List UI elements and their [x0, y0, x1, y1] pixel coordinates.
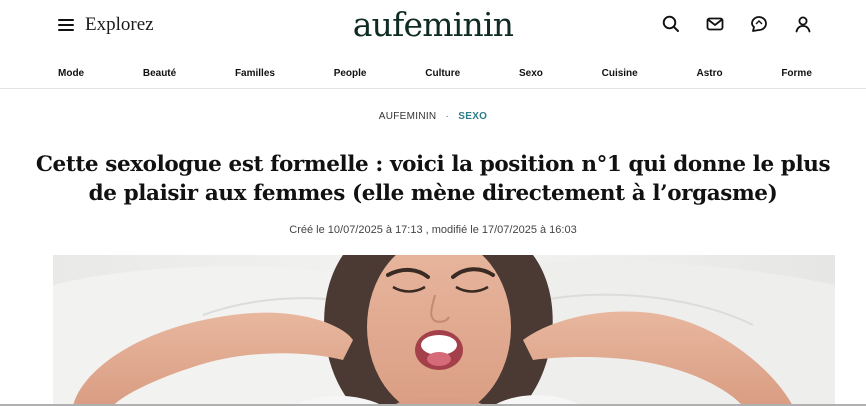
mail-icon[interactable]: [704, 13, 726, 35]
nav-divider: [0, 88, 866, 89]
search-icon[interactable]: [660, 13, 682, 35]
breadcrumb: AUFEMININ · SEXO: [0, 111, 866, 122]
nav-item-beaute[interactable]: Beauté: [143, 62, 176, 88]
article-dates: Créé le 10/07/2025 à 17:13 , modifié le …: [289, 224, 577, 236]
nav-item-cuisine[interactable]: Cuisine: [602, 62, 638, 88]
hero-illustration: [53, 255, 835, 406]
explore-label: Explorez: [85, 14, 154, 35]
breadcrumb-home[interactable]: AUFEMININ: [379, 111, 437, 122]
site-header: Explorez aufeminin: [0, 0, 866, 50]
hamburger-icon: [58, 19, 74, 31]
nav-item-familles[interactable]: Familles: [235, 62, 275, 88]
nav-item-sexo[interactable]: Sexo: [519, 62, 543, 88]
hero-image: [53, 255, 835, 406]
breadcrumb-category[interactable]: SEXO: [458, 111, 487, 122]
nav-item-mode[interactable]: Mode: [58, 62, 84, 88]
chat-icon[interactable]: [748, 13, 770, 35]
user-icon[interactable]: [792, 13, 814, 35]
nav-item-forme[interactable]: Forme: [781, 62, 812, 88]
explore-menu-button[interactable]: Explorez: [58, 13, 154, 37]
main-nav: Mode Beauté Familles People Culture Sexo…: [0, 62, 866, 88]
breadcrumb-separator: ·: [445, 111, 450, 122]
article-title: Cette sexologue est formelle : voici la …: [20, 150, 846, 208]
header-icons: [660, 13, 814, 35]
article-title-line-1: Cette sexologue est formelle : voici la …: [35, 152, 831, 177]
nav-item-culture[interactable]: Culture: [425, 62, 460, 88]
site-logo[interactable]: aufeminin: [353, 5, 514, 44]
article-title-line-2: de plaisir aux femmes (elle mène directe…: [88, 181, 778, 206]
nav-item-people[interactable]: People: [334, 62, 367, 88]
nav-item-astro[interactable]: Astro: [696, 62, 722, 88]
